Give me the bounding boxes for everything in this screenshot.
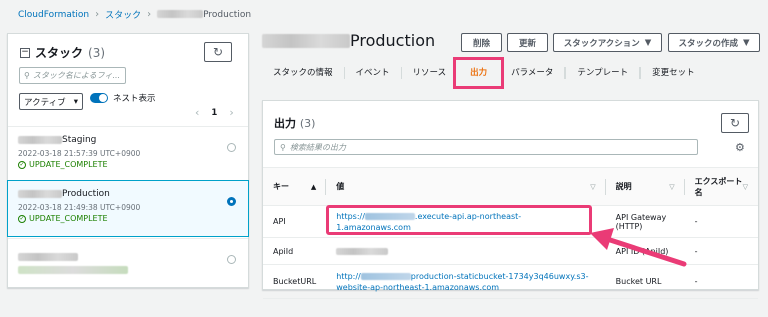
- caret-down-icon: ▾: [73, 96, 78, 107]
- refresh-button[interactable]: ↻: [204, 42, 232, 62]
- output-key: API: [263, 205, 327, 238]
- stack-radio[interactable]: [227, 197, 236, 206]
- collapse-icon[interactable]: −: [20, 47, 30, 58]
- refresh-icon: ↻: [729, 116, 741, 130]
- tab-resources[interactable]: リソース: [402, 67, 458, 79]
- toggle-switch[interactable]: [90, 93, 108, 103]
- search-icon: ⚲: [24, 71, 30, 80]
- breadcrumb-stacks[interactable]: スタック: [105, 8, 141, 21]
- breadcrumb-current: Production: [157, 10, 251, 20]
- sort-icon: ▽: [590, 182, 596, 191]
- output-key: BucketURL: [263, 264, 327, 299]
- tab-bar: スタックの情報 イベント リソース 出力 パラメータ テンプレート 変更セット: [262, 57, 706, 89]
- sort-icon: ▽: [669, 182, 675, 191]
- tab-stack-info[interactable]: スタックの情報: [262, 67, 345, 79]
- breadcrumb: CloudFormation › スタック › Production: [18, 8, 251, 21]
- column-export-name[interactable]: エクスポート名 ▽: [684, 167, 758, 206]
- stack-item-production[interactable]: Production 2022-03-18 21:49:38 UTC+0900 …: [7, 180, 249, 237]
- stack-search-input[interactable]: ⚲ スタック名によるフィ...: [19, 67, 126, 84]
- check-circle-icon: ✓: [18, 160, 26, 169]
- output-value: [326, 237, 606, 265]
- stack-list-panel: − スタック (3) ↻ ⚲ スタック名によるフィ... アクティブ ▾ ネスト…: [7, 33, 249, 288]
- nested-toggle[interactable]: ネスト表示: [90, 92, 156, 104]
- output-export: -: [684, 237, 758, 265]
- tab-parameters[interactable]: パラメータ: [500, 67, 566, 79]
- pagination: ‹ 1 ›: [195, 106, 234, 119]
- highlight-box: [326, 205, 592, 235]
- update-button[interactable]: 更新: [507, 33, 548, 52]
- search-icon: ⚲: [280, 142, 286, 152]
- stack-actions-button[interactable]: スタックアクション ▼: [553, 33, 662, 52]
- chevron-left-icon[interactable]: ‹: [195, 106, 199, 119]
- output-key: ApiId: [263, 237, 327, 265]
- tab-template[interactable]: テンプレート: [565, 67, 641, 79]
- page-title: Production: [262, 31, 435, 50]
- output-value: http://production-staticbucket-1734y3q46…: [326, 264, 606, 299]
- gear-icon[interactable]: ⚙: [735, 141, 745, 154]
- stack-list-title: − スタック (3): [20, 45, 106, 60]
- tab-change-sets[interactable]: 変更セット: [640, 67, 706, 79]
- column-description[interactable]: 説明 ▽: [605, 167, 685, 206]
- output-export: -: [684, 205, 758, 238]
- sort-asc-icon: ▲: [310, 182, 317, 191]
- annotation-arrow-icon: [590, 228, 687, 267]
- tab-events[interactable]: イベント: [345, 67, 402, 79]
- column-value[interactable]: 値 ▽: [326, 167, 606, 206]
- outputs-search-input[interactable]: ⚲ 検索結果の出力: [274, 139, 698, 155]
- status-badge: ✓ UPDATE_COMPLETE: [18, 160, 108, 169]
- column-key[interactable]: キー ▲: [263, 167, 327, 206]
- sort-icon: ▽: [742, 182, 748, 191]
- delete-button[interactable]: 削除: [461, 33, 502, 52]
- stack-radio[interactable]: [227, 255, 236, 264]
- refresh-icon: ↻: [212, 45, 224, 59]
- page-number[interactable]: 1: [211, 108, 217, 118]
- stack-item-staging[interactable]: Staging 2022-03-18 21:57:39 UTC+0900 ✓ UP…: [8, 126, 248, 184]
- output-value-link[interactable]: http://production-staticbucket-1734y3q46…: [336, 272, 588, 292]
- outputs-title: 出力 (3): [274, 117, 316, 130]
- chevron-right-icon: ›: [95, 9, 100, 20]
- tab-outputs[interactable]: 出力: [453, 57, 505, 89]
- breadcrumb-cloudformation[interactable]: CloudFormation: [18, 10, 89, 20]
- stack-item-other[interactable]: [8, 238, 248, 288]
- chevron-right-icon[interactable]: ›: [229, 106, 233, 119]
- stack-radio[interactable]: [227, 143, 236, 152]
- status-filter-select[interactable]: アクティブ ▾: [19, 93, 83, 110]
- output-export: -: [684, 264, 758, 299]
- check-circle-icon: ✓: [18, 214, 26, 223]
- caret-down-icon: ▼: [644, 37, 652, 48]
- outputs-refresh-button[interactable]: ↻: [721, 113, 749, 133]
- chevron-right-icon: ›: [147, 9, 152, 20]
- create-stack-button[interactable]: スタックの作成 ▼: [668, 33, 760, 52]
- status-badge: ✓ UPDATE_COMPLETE: [18, 214, 108, 223]
- caret-down-icon: ▼: [742, 37, 750, 48]
